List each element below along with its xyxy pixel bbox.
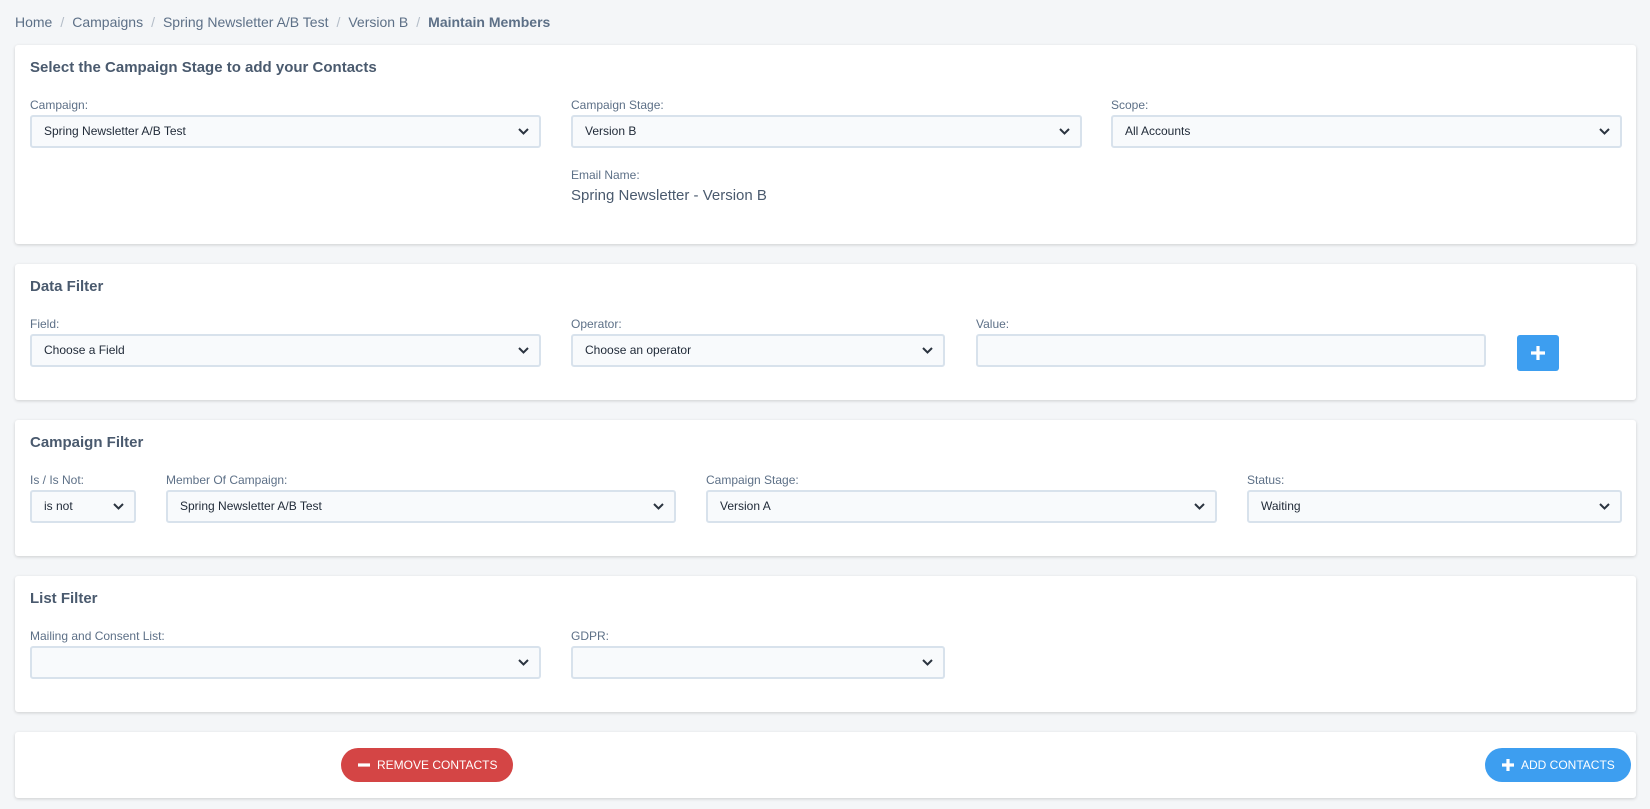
chevron-down-icon [1598,117,1610,146]
chevron-down-icon [652,492,664,521]
breadcrumb-campaigns[interactable]: Campaigns [72,14,143,30]
campaign-label: Campaign: [30,98,89,112]
breadcrumb-separator: / [416,14,421,30]
add-contacts-button[interactable]: Add Contacts [1485,748,1631,782]
mailing-label: Mailing and Consent List: [30,629,165,643]
value-field: Value: [976,317,1486,367]
campaign-select-value: Spring Newsletter A/B Test [44,124,186,138]
breadcrumb-separator: / [151,14,155,30]
member-label: Member Of Campaign: [166,473,288,487]
list-filter-card: List Filter Mailing and Consent List: GD… [15,576,1636,712]
field-label: Field: [30,317,60,331]
email-name-value: Spring Newsletter - Version B [571,187,767,204]
campaign-select[interactable]: Spring Newsletter A/B Test [30,115,541,148]
campaign-field: Campaign: Spring Newsletter A/B Test [30,98,541,148]
status-select[interactable]: Waiting [1247,490,1622,523]
scope-select-value: All Accounts [1125,124,1191,138]
breadcrumb-campaign[interactable]: Spring Newsletter A/B Test [163,14,328,30]
chevron-down-icon [921,648,933,677]
mailing-field: Mailing and Consent List: [30,629,541,679]
member-select-value: Spring Newsletter A/B Test [180,499,322,513]
filter-field: Field: Choose a Field [30,317,541,367]
chevron-down-icon [517,117,529,146]
operator-label: Operator: [571,317,622,331]
breadcrumb: Home / Campaigns / Spring Newsletter A/B Tes… [15,14,550,30]
gdpr-label: GDPR: [571,629,610,643]
add-contacts-label: Add Contacts [1521,758,1615,772]
chevron-down-icon [1193,492,1205,521]
is-select-value: is not [44,499,73,513]
field-select-value: Choose a Field [44,343,125,357]
cf-stage-select[interactable]: Version A [706,490,1217,523]
campaign-filter-card: Campaign Filter Is / Is Not: is not Memb… [15,420,1636,556]
chevron-down-icon [1058,117,1070,146]
remove-contacts-label: Remove Contacts [377,758,498,772]
add-filter-button[interactable] [1517,335,1559,371]
scope-select[interactable]: All Accounts [1111,115,1622,148]
card-title: Campaign Filter [30,434,144,451]
chevron-down-icon [517,648,529,677]
remove-contacts-button[interactable]: Remove Contacts [341,748,514,782]
cf-stage-field: Campaign Stage: Version A [706,473,1217,523]
card-title: List Filter [30,590,98,607]
email-name-field: Email Name: Spring Newsletter - Version … [571,168,1082,204]
breadcrumb-separator: / [60,14,65,30]
breadcrumb-home[interactable]: Home [15,14,52,30]
minus-icon [357,758,371,772]
chevron-down-icon [1598,492,1610,521]
cf-stage-select-value: Version A [720,499,771,513]
status-label: Status: [1247,473,1285,487]
breadcrumb-stage[interactable]: Version B [348,14,408,30]
breadcrumb-current: Maintain Members [428,14,551,30]
actions-card: Remove Contacts Add Contacts [15,732,1636,798]
is-select[interactable]: is not [30,490,136,523]
plus-icon [1501,758,1515,772]
chevron-down-icon [517,336,529,365]
mailing-select[interactable] [30,646,541,679]
field-select[interactable]: Choose a Field [30,334,541,367]
breadcrumb-separator: / [336,14,341,30]
is-field: Is / Is Not: is not [30,473,136,523]
gdpr-field: GDPR: [571,629,945,679]
chevron-down-icon [112,492,124,521]
operator-field: Operator: Choose an operator [571,317,945,367]
member-select[interactable]: Spring Newsletter A/B Test [166,490,676,523]
stage-label: Campaign Stage: [571,98,664,112]
stage-select-value: Version B [585,124,637,138]
status-select-value: Waiting [1261,499,1301,513]
data-filter-card: Data Filter Field: Choose a Field Operat… [15,264,1636,400]
operator-select-value: Choose an operator [585,343,692,357]
card-title: Select the Campaign Stage to add your Co… [30,59,377,76]
value-input[interactable] [976,334,1486,367]
operator-select[interactable]: Choose an operator [571,334,945,367]
member-field: Member Of Campaign: Spring Newsletter A/… [166,473,676,523]
campaign-stage-card: Select the Campaign Stage to add your Co… [15,45,1636,244]
stage-select[interactable]: Version B [571,115,1082,148]
chevron-down-icon [921,336,933,365]
scope-field: Scope: All Accounts [1111,98,1622,148]
value-label: Value: [976,317,1010,331]
card-title: Data Filter [30,278,104,295]
gdpr-select[interactable] [571,646,945,679]
email-name-label: Email Name: [571,168,640,182]
is-label: Is / Is Not: [30,473,85,487]
plus-icon [1530,345,1546,361]
scope-label: Scope: [1111,98,1149,112]
stage-field: Campaign Stage: Version B [571,98,1082,148]
status-field: Status: Waiting [1247,473,1622,523]
cf-stage-label: Campaign Stage: [706,473,799,487]
